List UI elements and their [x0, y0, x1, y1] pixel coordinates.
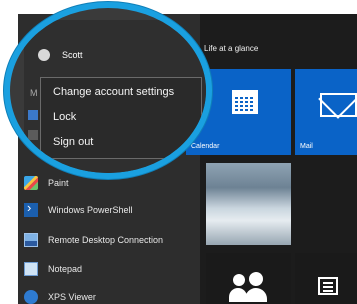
powershell-icon: [24, 200, 38, 217]
app-label: Windows PowerShell: [48, 205, 133, 215]
notepad-icon: [24, 262, 38, 276]
account-menu: Change account settings Lock Sign out: [40, 77, 202, 159]
mail-icon: [320, 93, 357, 117]
user-name[interactable]: Scott: [62, 50, 83, 60]
app-remote-desktop[interactable]: Remote Desktop Connection: [24, 229, 200, 251]
app-icon: [28, 150, 38, 160]
magnifier-overlay: Scott M Change account settings Lock Sig…: [4, 2, 212, 179]
user-avatar[interactable]: [38, 49, 50, 61]
tile-photos[interactable]: [206, 163, 291, 245]
app-label: Paint: [48, 178, 69, 188]
app-icon: [28, 130, 38, 140]
app-label: XPS Viewer: [48, 292, 96, 302]
app-notepad[interactable]: Notepad: [24, 258, 200, 280]
menu-item-change-account-settings[interactable]: Change account settings: [53, 86, 174, 98]
letter-header[interactable]: M: [30, 88, 38, 98]
xps-viewer-icon: [24, 290, 38, 304]
app-icon: [28, 110, 38, 120]
tile-label: Mail: [300, 143, 313, 150]
tile-group-title: Life at a glance: [204, 44, 259, 53]
app-label: Remote Desktop Connection: [48, 235, 164, 245]
app-windows-powershell[interactable]: Windows PowerShell: [24, 199, 200, 221]
app-xps-viewer[interactable]: XPS Viewer: [24, 286, 200, 304]
app-label: Notepad: [48, 264, 83, 274]
calendar-icon: [232, 90, 258, 114]
people-icon: [229, 272, 269, 302]
remote-desktop-icon: [24, 233, 38, 247]
menu-item-sign-out[interactable]: Sign out: [53, 136, 93, 148]
menu-item-lock[interactable]: Lock: [53, 111, 76, 123]
news-icon: [318, 277, 338, 295]
paint-icon: [24, 176, 38, 190]
